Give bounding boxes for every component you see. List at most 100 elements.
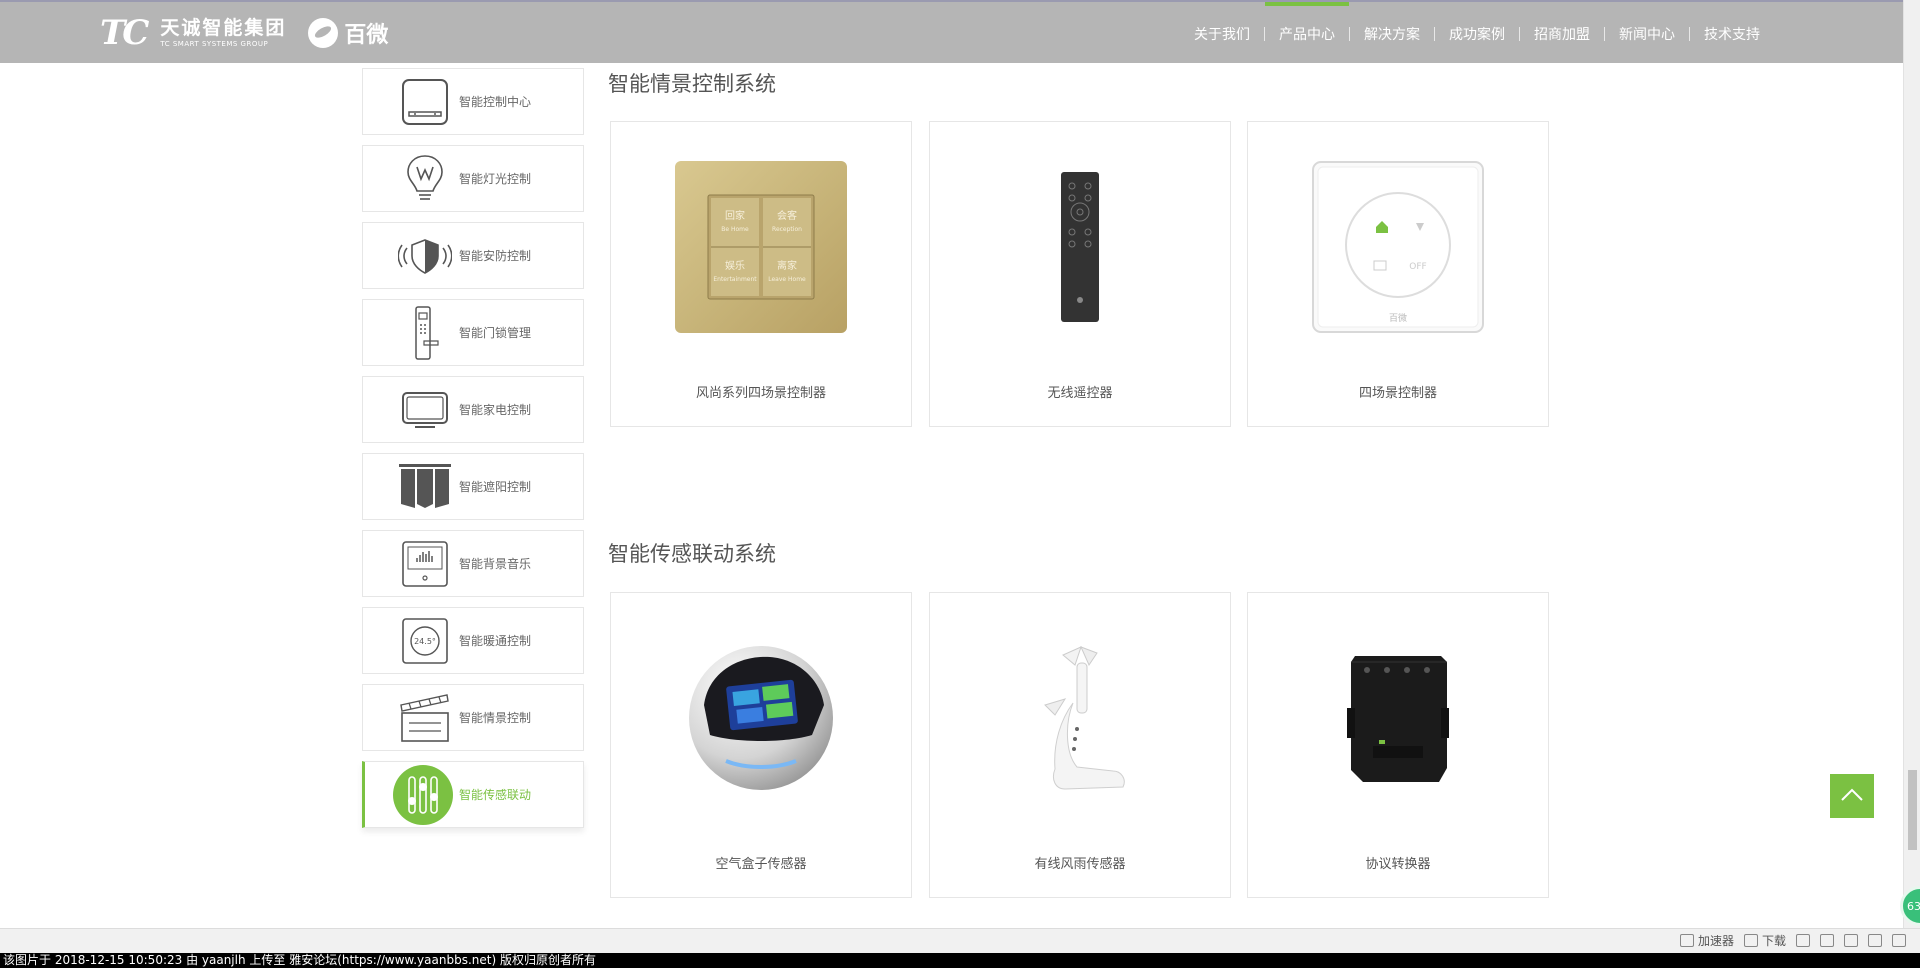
product-name[interactable]: 有线风雨传感器	[930, 853, 1230, 872]
product-card[interactable]: 协议转换器	[1247, 592, 1549, 898]
badge-count: 63	[1907, 899, 1920, 913]
sidebar-item-label: 智能安防控制	[459, 249, 532, 263]
sidebar-item-label: 智能灯光控制	[459, 172, 532, 186]
panel-brand-label: 百微	[1389, 312, 1407, 324]
sidebar-item-control-center[interactable]: 智能控制中心	[362, 68, 584, 135]
nav-label: 成功案例	[1449, 26, 1505, 43]
sidebar-item-door-lock[interactable]: 智能门锁管理	[362, 299, 584, 366]
sidebar-item-label: 智能传感联动	[459, 788, 532, 802]
sidebar-item-scene[interactable]: 智能情景控制	[362, 684, 584, 751]
music-panel-icon	[397, 536, 453, 592]
status-tool-label: 下载	[1761, 934, 1786, 948]
panel-off-label: OFF	[1409, 262, 1426, 272]
back-to-top-button[interactable]	[1830, 774, 1874, 818]
brand-logo[interactable]: TC 天诚智能集团 TC SMART SYSTEMS GROUP 百微	[100, 16, 388, 50]
nav-item-about[interactable]: 关于我们	[1180, 2, 1264, 65]
rocket-icon	[1679, 934, 1694, 947]
panel-button-sublabel: Leave Home	[768, 276, 806, 283]
panel-button-label: 娱乐	[725, 259, 745, 272]
control-panel-icon	[397, 74, 453, 130]
speaker-icon[interactable]	[1844, 934, 1858, 947]
curtain-icon	[397, 459, 453, 515]
status-tool-label: 加速器	[1697, 934, 1734, 948]
nav-label: 关于我们	[1194, 26, 1250, 43]
remote-control-image	[930, 152, 1230, 342]
tc-logo-mark: TC	[100, 13, 149, 53]
sidebar-item-security[interactable]: 智能安防控制	[362, 222, 584, 289]
image-watermark: 该图片于 2018-12-15 10:50:23 由 yaanjlh 上传至 雅…	[0, 953, 1920, 968]
panel-button-label: 会客	[777, 209, 797, 222]
product-card[interactable]: 空气盒子传感器	[610, 592, 912, 898]
sidebar-item-shading[interactable]: 智能遮阳控制	[362, 453, 584, 520]
sidebar-item-hvac[interactable]: 24.5° 智能暖通控制	[362, 607, 584, 674]
door-lock-icon	[397, 305, 453, 361]
wind-rain-sensor-image	[930, 623, 1230, 813]
sub-brand-icon	[308, 18, 339, 48]
product-card[interactable]: 无线遥控器	[929, 121, 1231, 427]
scene-clapper-icon	[397, 690, 453, 746]
nav-item-support[interactable]: 技术支持	[1690, 2, 1774, 65]
protocol-converter-image	[1248, 623, 1548, 813]
tv-icon	[397, 382, 453, 438]
main-nav: 关于我们 产品中心 解决方案 成功案例 招商加盟 新闻中心 技术支持	[1180, 2, 1774, 65]
section-title-sensor-system: 智能传感联动系统	[608, 542, 776, 566]
air-box-sensor-image	[611, 623, 911, 813]
product-name[interactable]: 风尚系列四场景控制器	[611, 382, 911, 401]
sidebar-item-label: 智能背景音乐	[459, 557, 532, 571]
product-card[interactable]: 有线风雨传感器	[929, 592, 1231, 898]
product-name[interactable]: 四场景控制器	[1248, 382, 1548, 401]
chevron-up-icon	[1840, 786, 1864, 806]
sidebar-item-appliance[interactable]: 智能家电控制	[362, 376, 584, 443]
sidebar-item-label: 智能遮阳控制	[459, 480, 532, 494]
nav-label: 招商加盟	[1534, 26, 1590, 43]
status-tools: 加速器 下载	[1679, 932, 1906, 949]
scrollbar-thumb[interactable]	[1908, 770, 1917, 850]
add-tab-icon[interactable]	[1796, 934, 1810, 947]
product-name[interactable]: 无线遥控器	[930, 382, 1230, 401]
download-button[interactable]: 下载	[1743, 932, 1786, 949]
nav-item-franchise[interactable]: 招商加盟	[1520, 2, 1604, 65]
sidebar-item-label: 智能控制中心	[459, 95, 532, 109]
group-name-en: TC SMART SYSTEMS GROUP	[160, 39, 269, 48]
nav-item-news[interactable]: 新闻中心	[1605, 2, 1689, 65]
category-sidebar: 智能控制中心 智能灯光控制 智能安防控制 智能门锁管理 智能家电控制 智能遮阳控…	[362, 68, 584, 838]
nav-item-cases[interactable]: 成功案例	[1435, 2, 1519, 65]
trash-icon[interactable]	[1820, 934, 1834, 947]
product-name[interactable]: 协议转换器	[1248, 853, 1548, 872]
product-card[interactable]: 回家 Be Home 会客 Reception 娱乐 Entertainment…	[610, 121, 912, 427]
sub-brand-name: 百微	[344, 23, 389, 48]
white-scene-panel-image: OFF 百微	[1248, 152, 1548, 342]
panel-button-label: 离家	[777, 259, 797, 272]
sidebar-item-label: 智能情景控制	[459, 711, 532, 725]
nav-item-solutions[interactable]: 解决方案	[1350, 2, 1434, 65]
panel-button-sublabel: Be Home	[721, 226, 749, 233]
page-scrollbar[interactable]	[1903, 0, 1920, 928]
nav-label: 技术支持	[1704, 26, 1760, 43]
accelerator-button[interactable]: 加速器	[1679, 932, 1734, 949]
nav-item-products[interactable]: 产品中心	[1265, 2, 1349, 65]
site-header: TC 天诚智能集团 TC SMART SYSTEMS GROUP 百微 关于我们…	[0, 0, 1903, 63]
sidebar-item-label: 智能门锁管理	[459, 326, 532, 340]
panel-button-sublabel: Reception	[772, 226, 802, 233]
nav-label: 新闻中心	[1619, 26, 1675, 43]
thermostat-icon: 24.5°	[397, 613, 453, 669]
nav-label: 产品中心	[1279, 26, 1335, 43]
download-icon	[1743, 934, 1758, 947]
light-bulb-icon	[397, 151, 453, 207]
sidebar-item-sensor-linkage[interactable]: 智能传感联动	[362, 761, 584, 828]
sidebar-item-music[interactable]: 智能背景音乐	[362, 530, 584, 597]
browser-status-bar: 加速器 下载	[0, 928, 1920, 953]
section-title-scene-system: 智能情景控制系统	[608, 72, 776, 96]
window-icon[interactable]	[1868, 934, 1882, 947]
thermostat-reading: 24.5°	[414, 637, 436, 646]
product-name[interactable]: 空气盒子传感器	[611, 853, 911, 872]
app-root: TC 天诚智能集团 TC SMART SYSTEMS GROUP 百微 关于我们…	[0, 0, 1920, 968]
sub-brand: 百微	[308, 17, 388, 49]
sidebar-item-label: 智能暖通控制	[459, 634, 532, 648]
shield-icon	[397, 228, 453, 284]
gold-scene-panel-image: 回家 Be Home 会客 Reception 娱乐 Entertainment…	[611, 152, 911, 342]
panel-button-sublabel: Entertainment	[713, 276, 757, 283]
product-card[interactable]: OFF 百微 四场景控制器	[1247, 121, 1549, 427]
zoom-icon[interactable]	[1892, 934, 1906, 947]
sidebar-item-lighting[interactable]: 智能灯光控制	[362, 145, 584, 212]
